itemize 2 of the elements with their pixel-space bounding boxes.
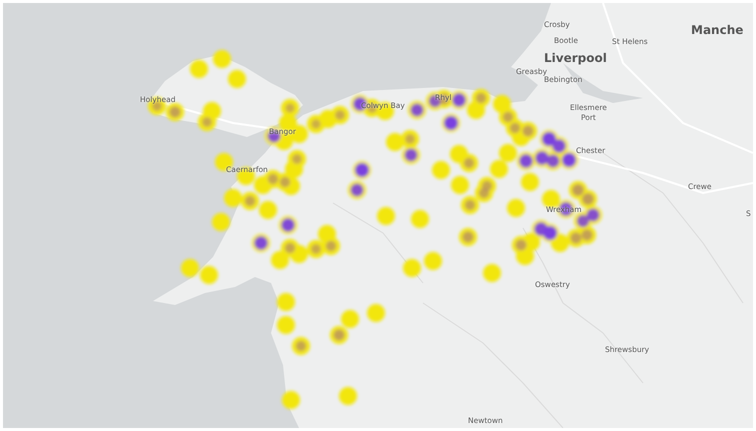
place-label: Liverpool	[544, 50, 607, 67]
place-label: Manche	[691, 22, 744, 39]
